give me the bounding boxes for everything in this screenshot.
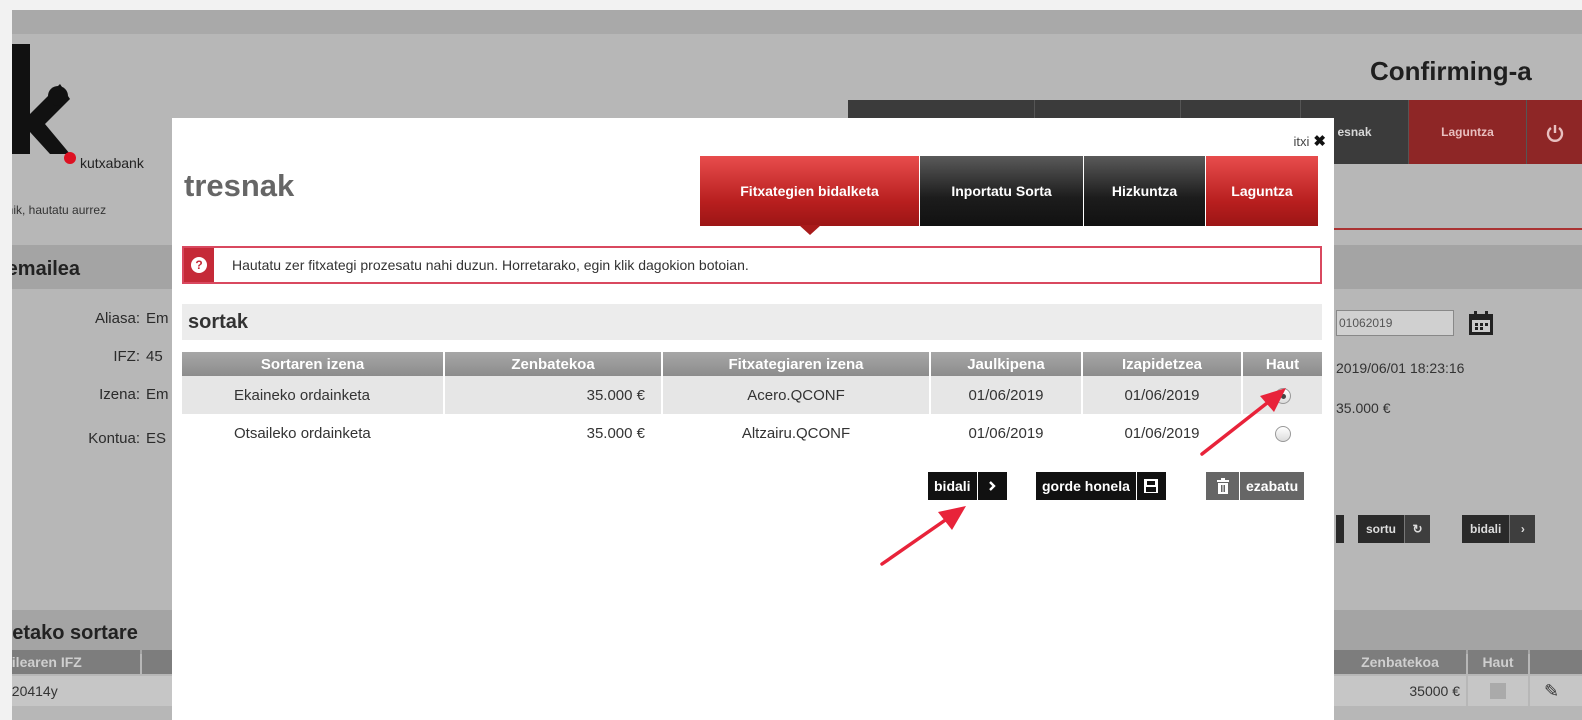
chevron-right-icon: ›: [1509, 515, 1536, 543]
delete-button-wrap: ezabatu: [1206, 472, 1305, 500]
bg-bidali-label: bidali: [1470, 522, 1502, 536]
chevron-right-icon: [976, 472, 1007, 500]
nav-item-laguntza[interactable]: Laguntza: [1408, 100, 1526, 164]
cell-name: Otsaileko ordainketa: [182, 414, 445, 452]
bg-row-edit: ✎: [1530, 676, 1582, 706]
power-button[interactable]: [1526, 100, 1582, 164]
section-title: sortak: [182, 304, 1322, 340]
top-band: [0, 0, 1582, 10]
close-button[interactable]: itxi ✖: [1294, 134, 1326, 149]
bg-amount: 35.000 €: [1336, 400, 1391, 416]
bg-th-amount: Zenbatekoa: [1334, 650, 1466, 674]
top-stripe: [0, 10, 1582, 34]
cell-issue-date: 01/06/2019: [930, 376, 1083, 414]
annotation-arrow-send: [880, 506, 966, 566]
table-header-row: Sortaren izena Zenbatekoa Fitxategiaren …: [182, 352, 1322, 376]
save-as-button-wrap: gorde honela: [1036, 472, 1166, 500]
close-label: itxi: [1293, 134, 1310, 149]
annotation-arrow-radio: [1200, 388, 1286, 456]
batches-table: Sortaren izena Zenbatekoa Fitxategiaren …: [182, 352, 1322, 452]
info-alert: ? Hautatu zer fitxategi prozesatu nahi d…: [182, 246, 1322, 284]
table-row[interactable]: Otsaileko ordainketa 35.000 € Altzairu.Q…: [182, 414, 1322, 452]
tab-inportatu-sorta[interactable]: Inportatu Sorta: [920, 156, 1084, 226]
bg-row-ifz: 620414y: [0, 676, 172, 706]
field-value-ifz: 45: [146, 348, 163, 365]
bg-th-haut: Haut: [1468, 650, 1528, 674]
logo-dot-icon: [64, 152, 76, 164]
trash-icon: [1206, 472, 1240, 500]
cell-name: Ekaineko ordainketa: [182, 376, 445, 414]
left-edge: [0, 10, 12, 720]
kutxabank-logo-icon: [10, 44, 70, 154]
bg-divider: [1330, 228, 1582, 230]
bg-th-blank: [142, 650, 172, 674]
close-icon: ✖: [1313, 133, 1326, 150]
send-button[interactable]: bidali: [928, 472, 1007, 500]
edit-icon[interactable]: ✎: [1544, 681, 1559, 701]
bg-section-title: -emailea: [0, 258, 81, 280]
bg-th-edit: [1530, 650, 1582, 674]
delete-button[interactable]: ezabatu: [1206, 472, 1305, 500]
bg-btn-fragment: [1336, 515, 1344, 543]
delete-button-label: ezabatu: [1246, 478, 1299, 494]
alert-icon-box: ?: [184, 248, 214, 282]
cell-issue-date: 01/06/2019: [930, 414, 1083, 452]
field-label-ifz: IFZ:: [113, 348, 140, 365]
field-label-izena: Izena:: [99, 386, 140, 403]
bg-row-amount: 35000 €: [1334, 676, 1466, 706]
field-value-aliasa: Em: [146, 310, 169, 327]
cell-amount: 35.000 €: [444, 414, 663, 452]
field-value-izena: Em: [146, 386, 169, 403]
cell-file: Acero.QCONF: [662, 376, 931, 414]
alert-text: Hautatu zer fitxategi prozesatu nahi duz…: [232, 257, 749, 273]
bg-sortu-button[interactable]: sortu ↻: [1358, 515, 1430, 543]
page-title: Confirming-a: [1370, 56, 1532, 86]
field-value-kontua: ES: [146, 430, 167, 447]
tab-laguntza[interactable]: Laguntza: [1206, 156, 1318, 226]
cell-amount: 35.000 €: [444, 376, 663, 414]
th-fitxategiaren-izena: Fitxategiaren izena: [662, 352, 931, 376]
th-sortaren-izena: Sortaren izena: [182, 352, 445, 376]
send-button-wrap: bidali: [928, 472, 1007, 500]
tools-modal: itxi ✖ tresnak Fitxategien bidalketa Inp…: [172, 118, 1334, 720]
bg-section2-header-right: [1330, 610, 1582, 654]
table-row[interactable]: Ekaineko ordainketa 35.000 € Acero.QCONF…: [182, 376, 1322, 414]
send-button-label: bidali: [934, 478, 971, 494]
th-haut: Haut: [1242, 352, 1322, 376]
bg-subtitle: enik, hautatu aurrez: [0, 203, 107, 217]
th-jaulkipena: Jaulkipena: [930, 352, 1083, 376]
bg-bidali-button[interactable]: bidali ›: [1462, 515, 1536, 543]
power-icon: [1546, 124, 1563, 142]
bg-th-ifz: ailearen IFZ: [0, 650, 140, 674]
field-label-aliasa: Aliasa:: [94, 310, 140, 327]
th-izapidetzea: Izapidetzea: [1082, 352, 1243, 376]
save-as-button[interactable]: gorde honela: [1036, 472, 1166, 500]
bg-sortu-label: sortu: [1366, 522, 1396, 536]
date-input[interactable]: 01062019: [1336, 310, 1454, 336]
bg-section-header-right: [1330, 245, 1582, 289]
calendar-icon[interactable]: [1466, 309, 1496, 337]
modal-tabs: Fitxategien bidalketa Inportatu Sorta Hi…: [700, 156, 1318, 235]
field-label-kontua: Kontua:: [88, 430, 140, 447]
bg-row-haut: [1468, 676, 1528, 706]
refresh-icon: ↻: [1404, 515, 1430, 543]
bg-timestamp: 2019/06/01 18:23:16: [1336, 360, 1465, 376]
tab-hizkuntza[interactable]: Hizkuntza: [1084, 156, 1206, 226]
tab-fitxategien-bidalketa[interactable]: Fitxategien bidalketa: [700, 156, 920, 235]
bg-row-checkbox[interactable]: [1490, 683, 1506, 699]
bg-section2-title: netako sortare: [0, 622, 138, 644]
cell-file: Altzairu.QCONF: [662, 414, 931, 452]
save-as-button-label: gorde honela: [1042, 478, 1130, 494]
floppy-disk-icon: [1135, 472, 1166, 500]
question-icon: ?: [191, 257, 207, 273]
th-zenbatekoa: Zenbatekoa: [444, 352, 663, 376]
logo-name: kutxabank: [80, 155, 144, 171]
modal-title: tresnak: [184, 168, 295, 203]
